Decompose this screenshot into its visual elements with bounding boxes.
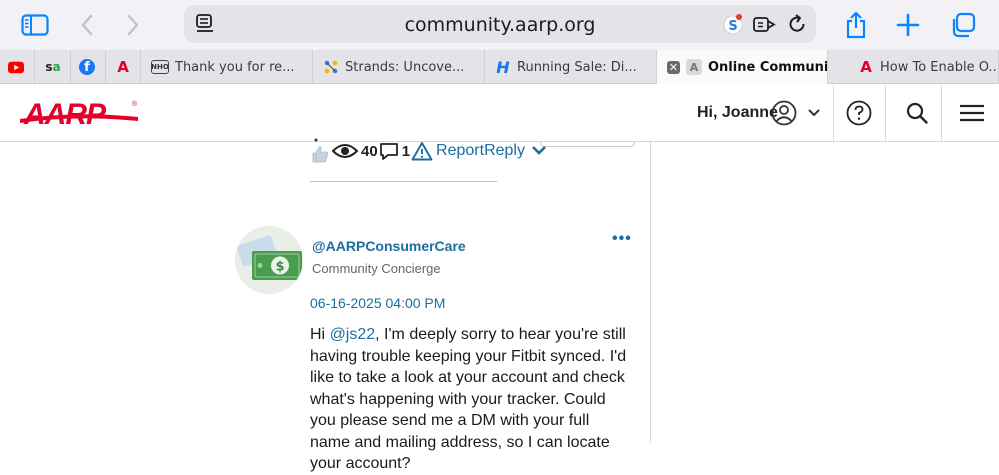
header-divider (833, 85, 834, 141)
share-icon[interactable] (841, 10, 871, 40)
shortcuts-icon[interactable] (750, 9, 780, 39)
reply-link[interactable]: Reply (484, 142, 525, 160)
help-icon[interactable] (844, 98, 874, 128)
svg-text:S: S (728, 19, 737, 34)
aarp-favicon-icon: A (860, 58, 872, 76)
extension-icon[interactable]: S (718, 9, 748, 39)
post-separator (310, 181, 497, 182)
like-icon[interactable] (310, 138, 330, 164)
chevron-down-icon[interactable] (799, 98, 829, 128)
aarp-logo-text: AARP (23, 98, 107, 130)
user-greeting[interactable]: Hi, Joanne (697, 104, 778, 122)
svg-text:®: ® (132, 100, 138, 108)
body-greeting: Hi (310, 326, 330, 343)
report-link[interactable]: Report (436, 142, 484, 160)
user-mention-link[interactable]: @js22 (330, 326, 376, 343)
hoka-icon: H (496, 57, 510, 77)
author-role: Community Concierge (312, 261, 441, 276)
pinned-tab-aarp[interactable]: A (106, 50, 141, 84)
views-icon (332, 142, 358, 160)
views-count: 40 (361, 142, 378, 160)
tab-online-community[interactable]: ✕ A Online Communi... (657, 50, 828, 84)
tab-enable[interactable]: A How To Enable O... (828, 50, 999, 84)
tab-overview-icon[interactable] (948, 10, 978, 40)
pinned-tab-seekingalpha[interactable]: sa (35, 50, 71, 84)
aarp-logo[interactable]: AARP ® (20, 96, 138, 135)
tab-label: Strands: Uncove... (345, 59, 465, 75)
previous-input-box (540, 142, 635, 147)
pinned-tab-facebook[interactable]: f (71, 50, 106, 84)
address-bar[interactable]: community.aarp.org S (184, 5, 816, 43)
chevron-down-icon[interactable] (531, 145, 547, 157)
close-tab-icon[interactable]: ✕ (667, 60, 680, 74)
facebook-icon: f (79, 59, 95, 75)
sidebar-divider (650, 142, 651, 442)
tab-thank-you[interactable]: NHO Thank you for re... (141, 50, 313, 84)
header-divider (885, 85, 886, 141)
account-icon[interactable] (769, 98, 799, 128)
newsletter-icon: NHO (151, 60, 169, 74)
avatar[interactable]: $ (235, 226, 303, 294)
tab-strip: sa f A NHO Thank you for re... Strands: … (0, 50, 999, 84)
youtube-icon (8, 59, 24, 75)
seekingalpha-icon: sa (45, 60, 61, 74)
tab-label: How To Enable O... (880, 59, 999, 75)
svg-text:$: $ (275, 260, 284, 275)
tab-strands[interactable]: Strands: Uncove... (313, 50, 485, 84)
more-options-button[interactable]: ••• (612, 230, 632, 248)
post-author[interactable]: @AARPConsumerCare (312, 238, 466, 254)
search-icon[interactable] (902, 98, 932, 128)
replies-count: 1 (401, 142, 411, 160)
previous-post-actions: 40 1 Report Reply (310, 138, 547, 164)
post-date: 06-16-2025 04:00 PM (310, 295, 446, 311)
forward-icon[interactable] (118, 10, 148, 40)
tab-label: Running Sale: Di... (517, 59, 637, 75)
strands-icon (323, 59, 339, 75)
sidebar-icon[interactable] (20, 10, 50, 40)
tab-label: Online Communi... (708, 59, 828, 75)
header-divider (941, 85, 942, 141)
browser-toolbar: community.aarp.org S (0, 0, 999, 50)
reload-icon[interactable] (782, 9, 812, 39)
back-icon[interactable] (72, 10, 102, 40)
tab-running-sale[interactable]: H Running Sale: Di... (485, 50, 657, 84)
pinned-tab-youtube[interactable] (0, 50, 35, 84)
body-text: , I'm deeply sorry to hear you're still … (310, 326, 627, 472)
tab-label: Thank you for re... (175, 59, 295, 75)
aarp-favicon-icon: A (117, 58, 129, 76)
warning-icon (411, 141, 433, 161)
replies-icon (379, 141, 399, 161)
site-header: AARP ® Hi, Joanne (0, 85, 999, 142)
menu-icon[interactable] (957, 98, 987, 128)
new-tab-icon[interactable] (893, 10, 923, 40)
placeholder-favicon-icon: A (686, 59, 702, 75)
post-body: Hi @js22, I'm deeply sorry to hear you'r… (310, 324, 632, 475)
